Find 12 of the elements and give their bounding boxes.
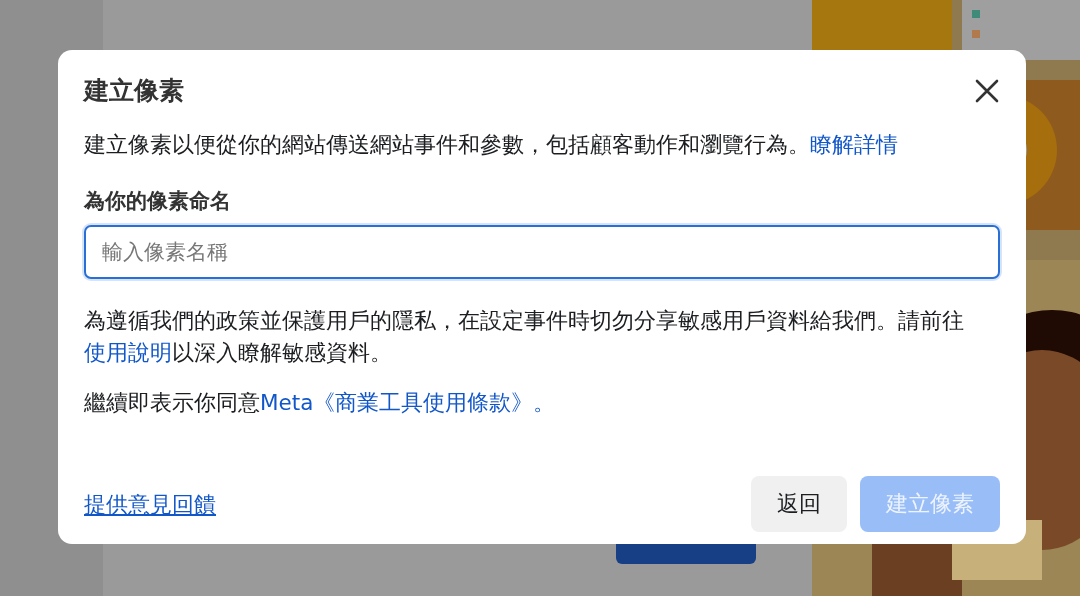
input-field[interactable]: 輸入像素名稱 [84, 225, 1000, 279]
back-button[interactable]: 返回 [751, 476, 847, 532]
feedback-link[interactable]: 提供意見回饋 [84, 489, 216, 519]
desc-text: 建立像素以便從你的網站傳送網站事件和參數，包括顧客動作和瀏覽行為。瞭解詳情 [84, 131, 899, 159]
notice-text: 為遵循我們的政策並保護用戶的隱私，在設定事件時切勿分享敏感用戶資料給我們。請前往 使用說明以深入瞭解敏感資料。 [84, 307, 965, 367]
link[interactable]: 使用說明 [84, 340, 172, 365]
terms-text: 繼續即表示你同意Meta《商業工具使用條款》。 [84, 389, 557, 417]
dialog-title: 建立像素 [84, 75, 184, 107]
link[interactable]: 瞭解詳情 [810, 132, 898, 157]
link[interactable]: Meta《商業工具使用條款》。 [260, 390, 556, 415]
close-icon[interactable] [974, 77, 1000, 104]
field-label: 為你的像素命名 [84, 188, 232, 215]
